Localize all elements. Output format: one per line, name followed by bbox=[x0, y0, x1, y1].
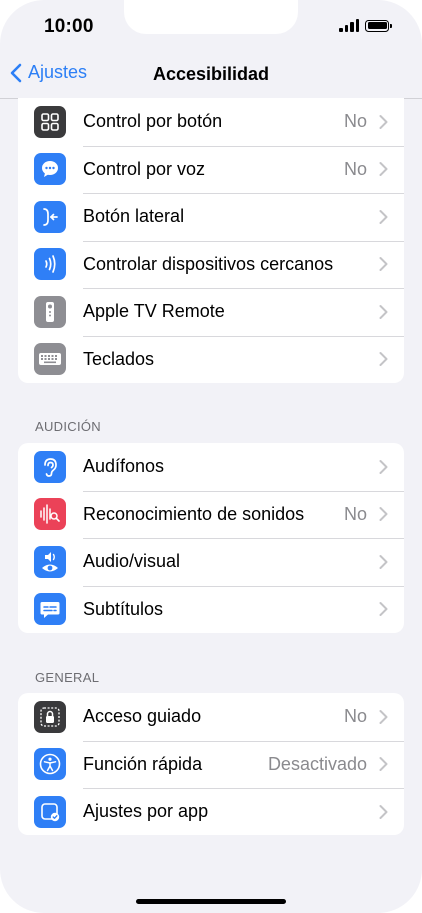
subtitles-icon bbox=[34, 593, 66, 626]
row-switch-control[interactable]: Control por botón No bbox=[18, 98, 404, 146]
row-apple-tv-remote[interactable]: Apple TV Remote bbox=[18, 288, 404, 336]
status-bar: 10:00 bbox=[0, 0, 422, 52]
page-title: Accesibilidad bbox=[152, 64, 270, 84]
row-keyboards[interactable]: Teclados bbox=[18, 335, 404, 384]
row-label: Acceso guiado bbox=[83, 706, 202, 727]
row-label: Ajustes por app bbox=[83, 801, 209, 822]
chevron-right-icon bbox=[379, 602, 388, 617]
switch-control-icon bbox=[34, 105, 66, 138]
status-icons bbox=[339, 19, 392, 32]
navigation-bar: Ajustes Accesibilidad bbox=[0, 52, 422, 99]
chevron-right-icon bbox=[379, 709, 388, 724]
nearby-devices-icon bbox=[34, 248, 66, 281]
chevron-right-icon bbox=[379, 209, 388, 224]
section-header-general: GENERAL bbox=[35, 670, 100, 685]
status-time: 10:00 bbox=[44, 16, 94, 37]
row-side-button[interactable]: Botón lateral bbox=[18, 193, 404, 241]
row-label: Teclados bbox=[83, 348, 155, 369]
battery-icon bbox=[365, 19, 392, 32]
chevron-right-icon bbox=[379, 114, 388, 129]
row-label: Control por botón bbox=[83, 111, 223, 132]
accessibility-icon bbox=[34, 748, 66, 781]
row-label: Función rápida bbox=[83, 753, 203, 774]
row-value: No bbox=[343, 111, 367, 132]
row-value: No bbox=[343, 503, 367, 524]
sound-recognition-icon bbox=[34, 498, 66, 531]
section-header-hearing: AUDICIÓN bbox=[35, 419, 101, 434]
row-voice-control[interactable]: Control por voz No bbox=[18, 145, 404, 194]
phone-screen: 10:00 Ajustes Accesibilidad Control por … bbox=[0, 0, 422, 913]
chevron-right-icon bbox=[379, 304, 388, 319]
settings-group-hearing: Audífonos Reconocimiento de sonidos No A… bbox=[18, 443, 404, 633]
cellular-signal-icon bbox=[339, 19, 359, 32]
settings-group-interaction: Control por botón No Control por voz No … bbox=[18, 98, 404, 383]
row-subtitles[interactable]: Subtítulos bbox=[18, 585, 404, 634]
row-value: No bbox=[343, 158, 367, 179]
row-guided-access[interactable]: Acceso guiado No bbox=[18, 693, 404, 741]
settings-group-general: Acceso guiado No Función rápida Desactiv… bbox=[18, 693, 404, 835]
per-app-settings-icon bbox=[34, 795, 66, 828]
row-sound-recognition[interactable]: Reconocimiento de sonidos No bbox=[18, 490, 404, 539]
row-label: Audio/visual bbox=[83, 551, 181, 572]
row-audio-visual[interactable]: Audio/visual bbox=[18, 538, 404, 586]
row-per-app-settings[interactable]: Ajustes por app bbox=[18, 788, 404, 835]
row-label: Controlar dispositivos cercanos bbox=[83, 253, 334, 274]
chevron-right-icon bbox=[379, 507, 388, 522]
chevron-right-icon bbox=[379, 162, 388, 177]
chevron-right-icon bbox=[379, 459, 388, 474]
row-label: Reconocimiento de sonidos bbox=[83, 503, 305, 524]
voice-control-icon bbox=[34, 153, 66, 186]
row-nearby-devices[interactable]: Controlar dispositivos cercanos bbox=[18, 240, 404, 289]
chevron-right-icon bbox=[379, 804, 388, 819]
chevron-right-icon bbox=[379, 352, 388, 367]
row-value: No bbox=[343, 706, 367, 727]
keyboard-icon bbox=[34, 343, 66, 376]
row-label: Subtítulos bbox=[83, 598, 164, 619]
ear-icon bbox=[34, 450, 66, 483]
notch bbox=[124, 0, 298, 34]
tv-remote-icon bbox=[34, 295, 66, 328]
chevron-right-icon bbox=[379, 757, 388, 772]
audio-visual-icon bbox=[34, 545, 66, 578]
row-accessibility-shortcut[interactable]: Función rápida Desactivado bbox=[18, 740, 404, 789]
chevron-right-icon bbox=[379, 257, 388, 272]
chevron-right-icon bbox=[379, 554, 388, 569]
side-button-icon bbox=[34, 200, 66, 233]
row-value: Desactivado bbox=[267, 753, 367, 774]
home-indicator[interactable] bbox=[136, 899, 286, 904]
lock-icon bbox=[34, 700, 66, 733]
row-label: Control por voz bbox=[83, 158, 206, 179]
row-hearing-devices[interactable]: Audífonos bbox=[18, 443, 404, 491]
row-label: Botón lateral bbox=[83, 206, 185, 227]
row-label: Apple TV Remote bbox=[83, 301, 225, 322]
row-label: Audífonos bbox=[83, 456, 165, 477]
